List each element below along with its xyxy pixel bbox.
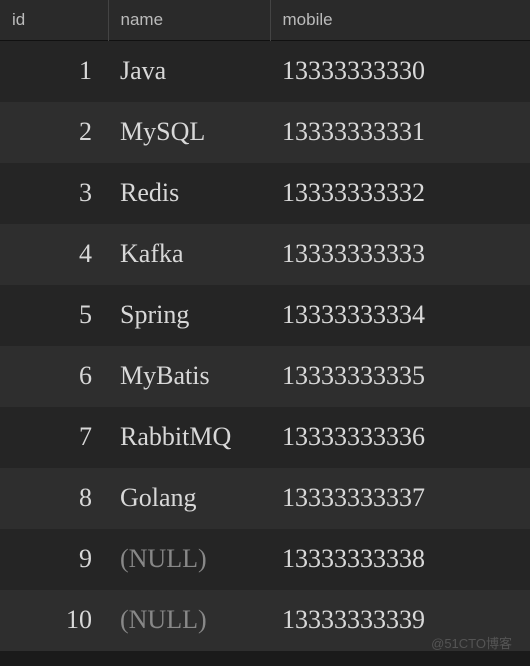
cell-id[interactable]: 2	[0, 102, 108, 163]
cell-name[interactable]: Golang	[108, 468, 270, 529]
table-header-row: id name mobile	[0, 0, 530, 41]
cell-id[interactable]: 3	[0, 163, 108, 224]
table-row[interactable]: 9(NULL)13333333338	[0, 529, 530, 590]
cell-mobile[interactable]: 13333333333	[270, 224, 530, 285]
table-row[interactable]: 3Redis13333333332	[0, 163, 530, 224]
column-header-name[interactable]: name	[108, 0, 270, 41]
table-row[interactable]: 2MySQL13333333331	[0, 102, 530, 163]
table-row[interactable]: 8Golang13333333337	[0, 468, 530, 529]
cell-mobile[interactable]: 13333333339	[270, 590, 530, 651]
cell-name[interactable]: (NULL)	[108, 590, 270, 651]
cell-name[interactable]: Java	[108, 41, 270, 102]
cell-name[interactable]: MyBatis	[108, 346, 270, 407]
table-row[interactable]: 1Java13333333330	[0, 41, 530, 102]
cell-name[interactable]: (NULL)	[108, 529, 270, 590]
cell-id[interactable]: 5	[0, 285, 108, 346]
cell-id[interactable]: 8	[0, 468, 108, 529]
cell-id[interactable]: 6	[0, 346, 108, 407]
cell-mobile[interactable]: 13333333330	[270, 41, 530, 102]
table-row[interactable]: 5Spring13333333334	[0, 285, 530, 346]
cell-name[interactable]: Spring	[108, 285, 270, 346]
table-row[interactable]: 4Kafka13333333333	[0, 224, 530, 285]
cell-name[interactable]: RabbitMQ	[108, 407, 270, 468]
table-row[interactable]: 10(NULL)13333333339	[0, 590, 530, 651]
table-row[interactable]: 6MyBatis13333333335	[0, 346, 530, 407]
cell-mobile[interactable]: 13333333332	[270, 163, 530, 224]
cell-mobile[interactable]: 13333333334	[270, 285, 530, 346]
cell-id[interactable]: 10	[0, 590, 108, 651]
cell-id[interactable]: 1	[0, 41, 108, 102]
column-header-id[interactable]: id	[0, 0, 108, 41]
cell-id[interactable]: 7	[0, 407, 108, 468]
column-header-mobile[interactable]: mobile	[270, 0, 530, 41]
cell-name[interactable]: MySQL	[108, 102, 270, 163]
cell-name[interactable]: Redis	[108, 163, 270, 224]
cell-mobile[interactable]: 13333333336	[270, 407, 530, 468]
table-row[interactable]: 7RabbitMQ13333333336	[0, 407, 530, 468]
cell-name[interactable]: Kafka	[108, 224, 270, 285]
cell-mobile[interactable]: 13333333331	[270, 102, 530, 163]
cell-mobile[interactable]: 13333333335	[270, 346, 530, 407]
cell-mobile[interactable]: 13333333338	[270, 529, 530, 590]
table-body: 1Java133333333302MySQL133333333313Redis1…	[0, 41, 530, 651]
cell-id[interactable]: 4	[0, 224, 108, 285]
cell-id[interactable]: 9	[0, 529, 108, 590]
cell-mobile[interactable]: 13333333337	[270, 468, 530, 529]
data-table: id name mobile 1Java133333333302MySQL133…	[0, 0, 530, 651]
